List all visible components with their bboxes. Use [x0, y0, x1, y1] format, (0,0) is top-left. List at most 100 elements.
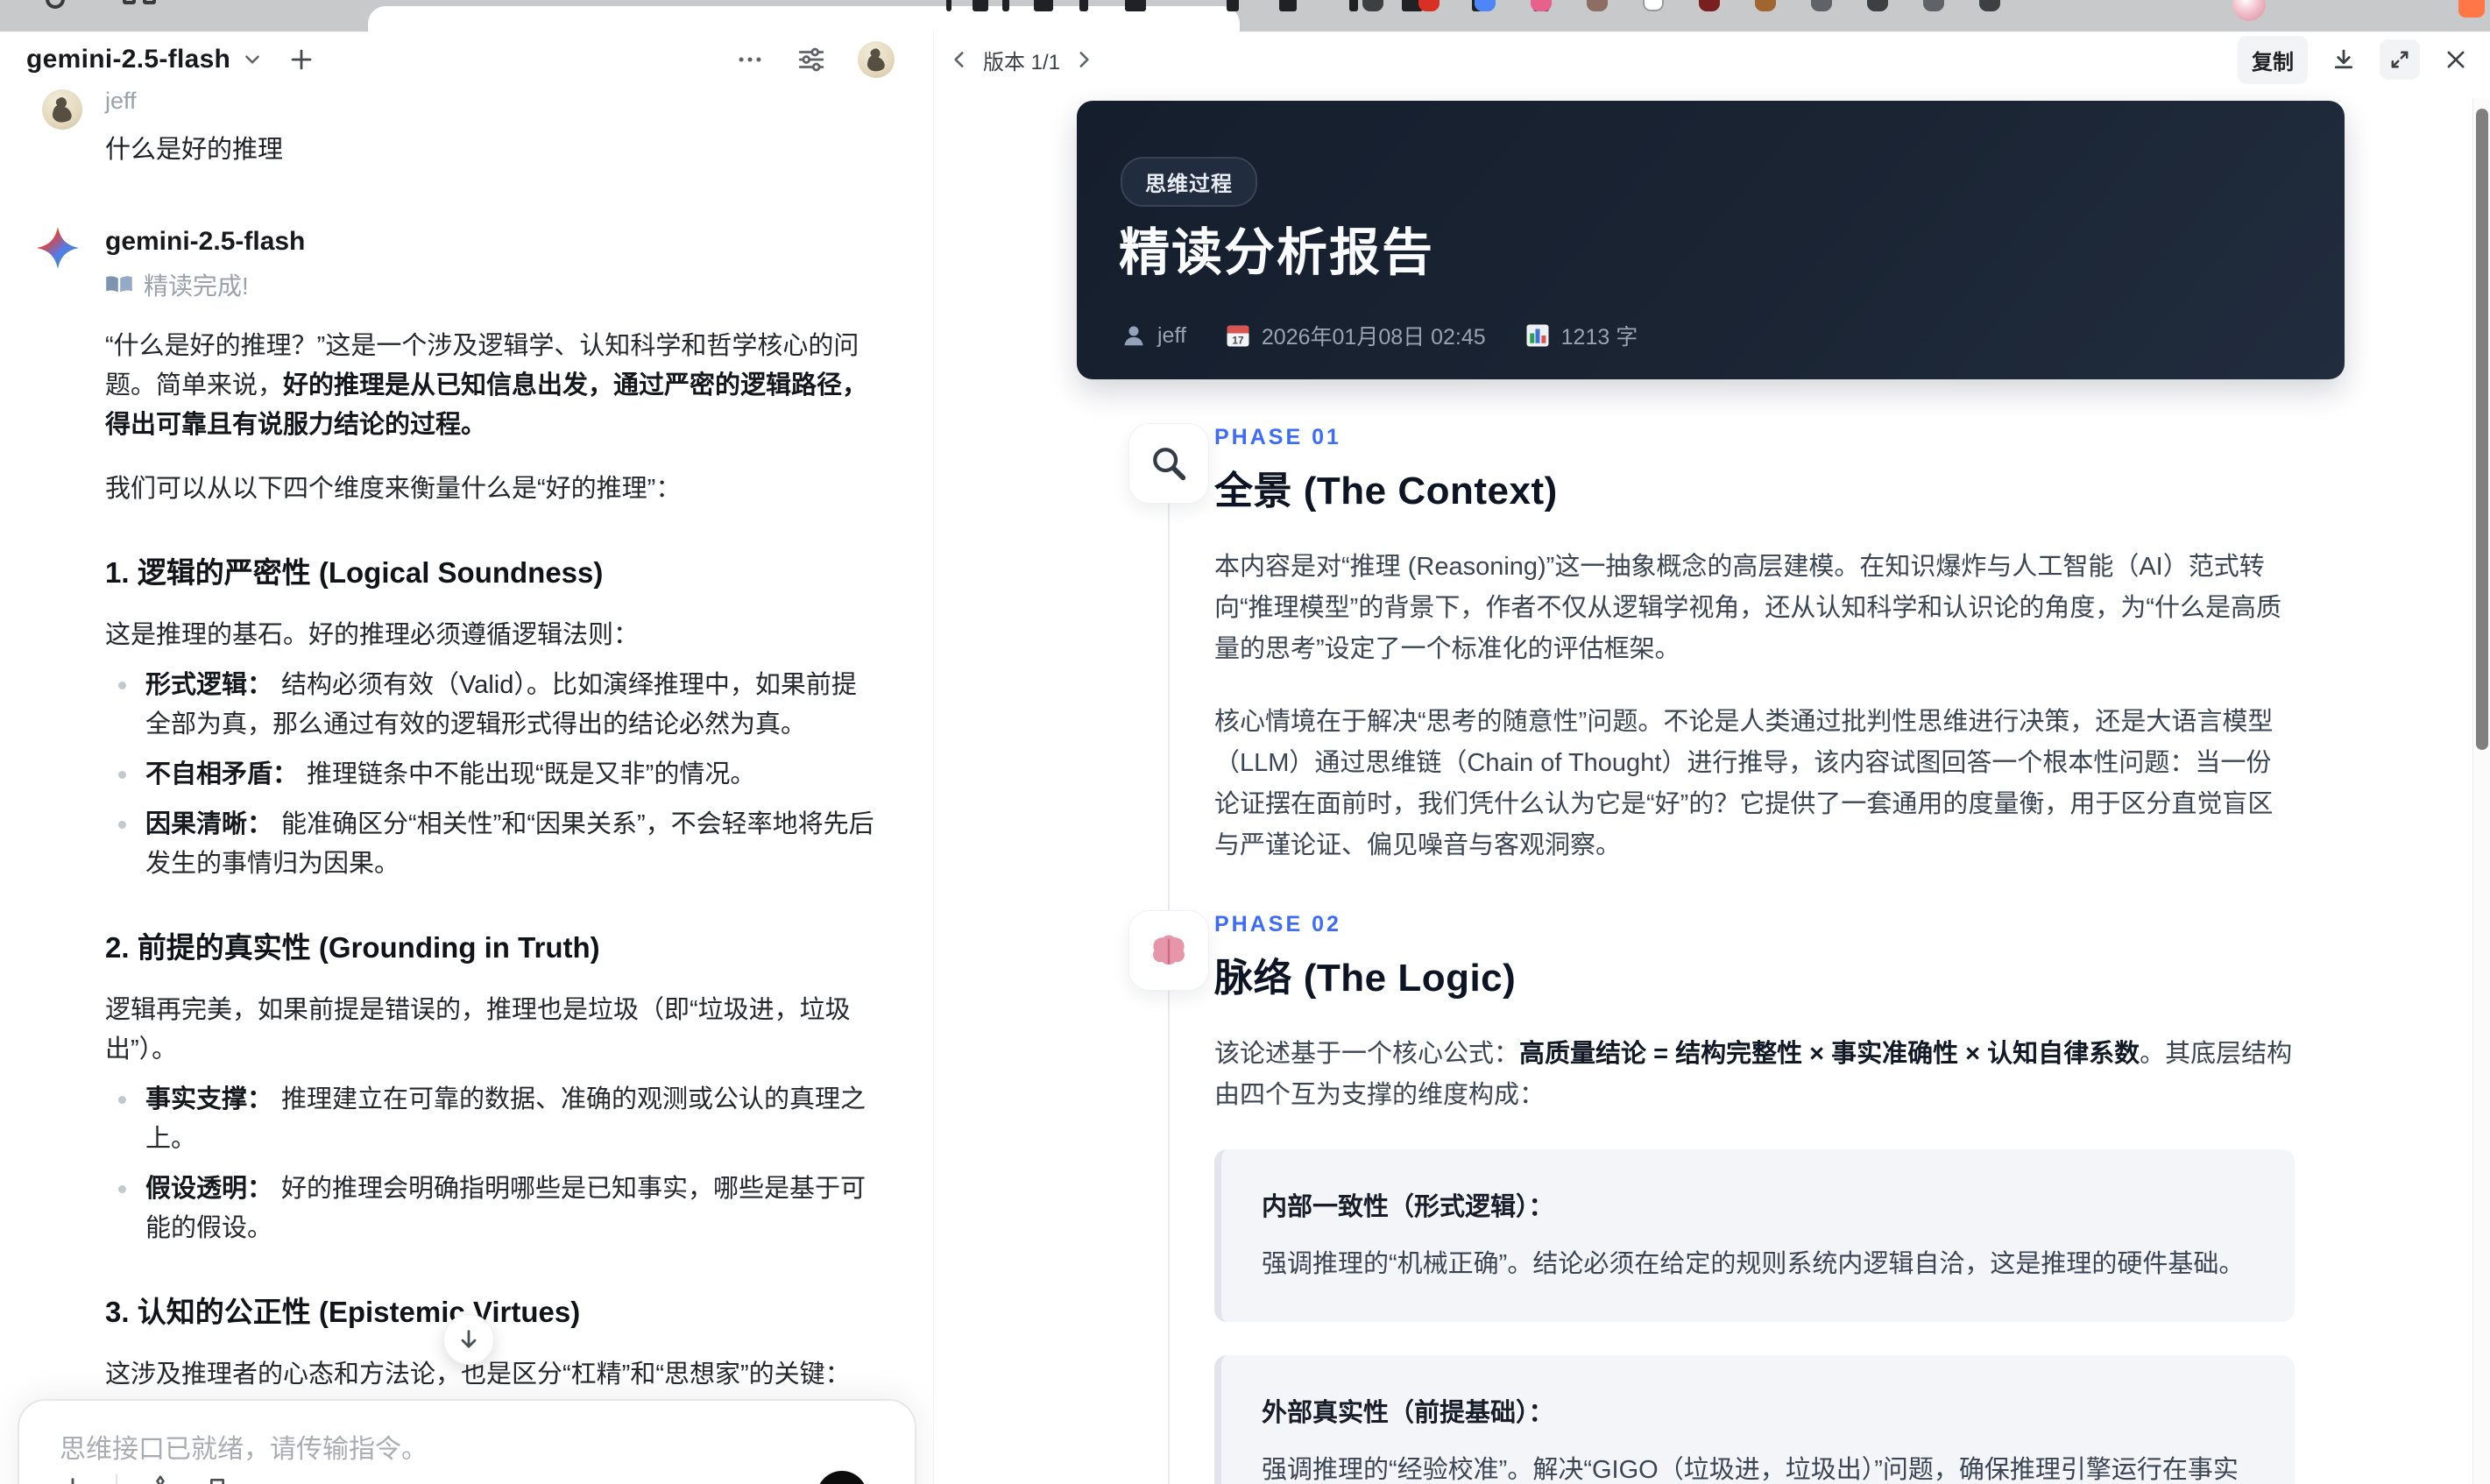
bullet-list: 事实支撑： 推理建立在可靠的数据、准确的观测或公认的真理之上。 假设透明： 好的推理… [105, 1080, 876, 1248]
card-title: 内部一致性（形式逻辑）： [1262, 1193, 1554, 1221]
browser-extension-icon[interactable] [1923, 0, 1944, 11]
url-text-fragment [1034, 0, 1053, 11]
user-avatar[interactable] [858, 41, 895, 78]
message-author: jeff [105, 88, 137, 114]
list-item: 假设透明： 好的推理会明确指明哪些是已知事实，哪些是基于可能的假设。 [105, 1170, 876, 1248]
expand-fullscreen-button[interactable] [2380, 39, 2420, 80]
browser-extension-icon[interactable] [1755, 0, 1776, 11]
artifact-preview-panel: 版本 1/1 复制 思维过程 精读分析报告 jeff 17 2026年01月08… [933, 32, 2490, 1484]
phase-label: PHASE 02 [1214, 912, 1341, 936]
gemini-star-icon [37, 227, 79, 269]
chat-header: gemini-2.5-flash [0, 32, 933, 88]
preview-toolbar: 版本 1/1 复制 [934, 32, 2490, 88]
report-hero-card: 思维过程 精读分析报告 jeff 17 2026年01月08日 02:45 12… [1077, 101, 2345, 379]
section-lead: 这是推理的基石。好的推理必须遵循逻辑法则： [105, 621, 640, 649]
chat-messages: jeff 什么是好的推理 gemini-2.5-flash 精读完成! “什么是… [0, 88, 933, 1484]
vertical-scrollbar[interactable] [2472, 98, 2490, 1484]
scroll-to-bottom-button[interactable] [443, 1314, 494, 1365]
status-text: 精读完成! [144, 272, 249, 300]
url-text-fragment [946, 0, 951, 11]
close-preview-button[interactable] [2436, 39, 2476, 80]
new-chat-button[interactable] [288, 46, 315, 73]
phase-label: PHASE 01 [1214, 425, 1341, 449]
report-type-badge: 思维过程 [1121, 157, 1257, 207]
author-meta: jeff [1121, 322, 1186, 349]
section-lead: 这涉及推理者的心态和方法论，也是区分“杠精”和“思想家”的关键： [105, 1360, 851, 1389]
browser-extension-icon[interactable] [1418, 0, 1440, 11]
phase-paragraph: 该论述基于一个核心公式：高质量结论 = 结构完整性 × 事实准确性 × 认知自律… [1214, 1040, 2293, 1109]
chat-panel: gemini-2.5-flash jeff 什么是好的推理 gemini-2.5… [0, 32, 933, 1484]
browser-reload-icon[interactable] [46, 0, 65, 9]
message-text: 什么是好的推理 [105, 136, 284, 164]
previous-version-button[interactable] [948, 48, 971, 71]
attach-plus-button[interactable] [58, 1474, 88, 1484]
assistant-message: gemini-2.5-flash 精读完成! “什么是好的推理？”这是一个涉及逻… [37, 227, 876, 1484]
url-text-fragment [1349, 0, 1358, 11]
browser-extension-icon[interactable] [1475, 0, 1496, 11]
book-icon [106, 276, 132, 293]
dimension-card: 外部真实性（前提基础）： 强调推理的“经验校准”。解决“GIGO（垃圾进，垃圾出… [1214, 1355, 2295, 1484]
card-body: 强调推理的“经验校准”。解决“GIGO（垃圾进，垃圾出）”问题，确保推理引擎运行… [1262, 1456, 2239, 1484]
phase-paragraph: 核心情境在于解决“思考的随意性”问题。不论是人类通过批判性思维进行决策，还是大语… [1214, 708, 2274, 859]
download-button[interactable] [2324, 39, 2364, 80]
report-document: 思维过程 精读分析报告 jeff 17 2026年01月08日 02:45 12… [934, 88, 2473, 1484]
conversation-title[interactable]: gemini-2.5-flash [26, 45, 230, 74]
assistant-markdown: “什么是好的推理？”这是一个涉及逻辑学、认知科学和哲学核心的问题。简单来说，好的… [105, 327, 876, 1484]
section-heading: 1. 逻辑的严密性 (Logical Soundness) [105, 556, 604, 589]
report-meta: jeff 17 2026年01月08日 02:45 1213 字 [1121, 320, 1638, 351]
card-body: 强调推理的“机械正确”。结论必须在给定的规则系统内逻辑自洽，这是推理的硬件基础。 [1262, 1250, 2245, 1278]
arrow-down-icon [461, 1330, 477, 1348]
more-options-button[interactable] [735, 45, 765, 74]
status-line: 精读完成! [105, 267, 876, 302]
brain-icon [1128, 910, 1209, 991]
svg-text:17: 17 [1232, 334, 1244, 346]
browser-address-bar[interactable] [368, 0, 1549, 32]
browser-tabs-icon[interactable] [123, 0, 136, 4]
bullet-list: 形式逻辑： 结构必须有效（Valid）。比如演绎推理中，如果前提全部为真，那么通过… [105, 666, 876, 884]
model-name: gemini-2.5-flash [105, 227, 306, 256]
scrollbar-thumb[interactable] [2476, 109, 2488, 750]
section-heading: 3. 认知的公正性 (Epistemic Virtues) [105, 1296, 581, 1328]
calendar-icon: 17 [1227, 325, 1249, 347]
browser-extension-icon[interactable] [1979, 0, 2000, 11]
download-icon [2334, 49, 2353, 69]
url-text-fragment [973, 0, 988, 11]
phase-section-2: PHASE 02 脉络 (The Logic) 该论述基于一个核心公式：高质量结… [934, 910, 2295, 1484]
chat-input[interactable]: 思维接口已就绪，请传输指令。 [60, 1427, 428, 1466]
section-lead: 逻辑再完美，如果前提是错误的，推理也是垃圾（即“垃圾进，垃圾出”）。 [105, 996, 851, 1064]
browser-extension-icon[interactable] [1531, 0, 1552, 11]
phase-title: 脉络 (The Logic) [1214, 957, 1517, 1000]
list-item: 不自相矛盾： 推理链条中不能出现“既是又非”的情况。 [105, 755, 876, 795]
phase-paragraph: 本内容是对“推理 (Reasoning)”这一抽象概念的高层建模。在知识爆炸与人… [1214, 553, 2281, 663]
browser-extensions [1362, 0, 2000, 32]
browser-toolbar [0, 0, 2490, 32]
skills-diamond-icon[interactable] [145, 1474, 175, 1484]
user-avatar [42, 89, 82, 130]
settings-sliders-button[interactable] [796, 45, 826, 74]
chevron-down-icon[interactable] [241, 48, 264, 71]
browser-extension-icon[interactable] [1867, 0, 1888, 11]
version-indicator: 版本 1/1 [983, 50, 1061, 74]
message-composer[interactable]: 思维接口已就绪，请传输指令。 [18, 1399, 916, 1484]
phase-title: 全景 (The Context) [1214, 470, 1558, 512]
browser-menu-icon[interactable] [2458, 0, 2485, 18]
voice-input-button[interactable] [817, 1471, 867, 1484]
browser-profile-avatar[interactable] [2232, 0, 2266, 21]
browser-extension-icon[interactable] [1362, 0, 1383, 11]
bookmark-icon[interactable] [203, 1475, 231, 1484]
next-version-button[interactable] [1072, 48, 1095, 71]
browser-extension-icon[interactable] [1811, 0, 1832, 11]
word-count-meta: 1213 字 [1524, 320, 1638, 351]
browser-extension-icon[interactable] [1699, 0, 1720, 11]
overview-paragraph: 我们可以从以下四个维度来衡量什么是“好的推理”： [105, 475, 682, 503]
browser-extension-icon[interactable] [1643, 0, 1664, 11]
browser-tabs-icon[interactable] [143, 0, 156, 4]
list-item: 因果清晰： 能准确区分“相关性”和“因果关系”，不会轻率地将先后发生的事情归为因果… [105, 805, 876, 884]
browser-extension-icon[interactable] [1587, 0, 1608, 11]
close-icon [2447, 51, 2465, 68]
list-item: 形式逻辑： 结构必须有效（Valid）。比如演绎推理中，如果前提全部为真，那么通过… [105, 666, 876, 745]
bar-chart-icon [1526, 324, 1549, 347]
copy-button[interactable]: 复制 [2238, 35, 2308, 84]
url-text-fragment [1279, 0, 1297, 11]
card-title: 外部真实性（前提基础）： [1262, 1399, 1554, 1427]
